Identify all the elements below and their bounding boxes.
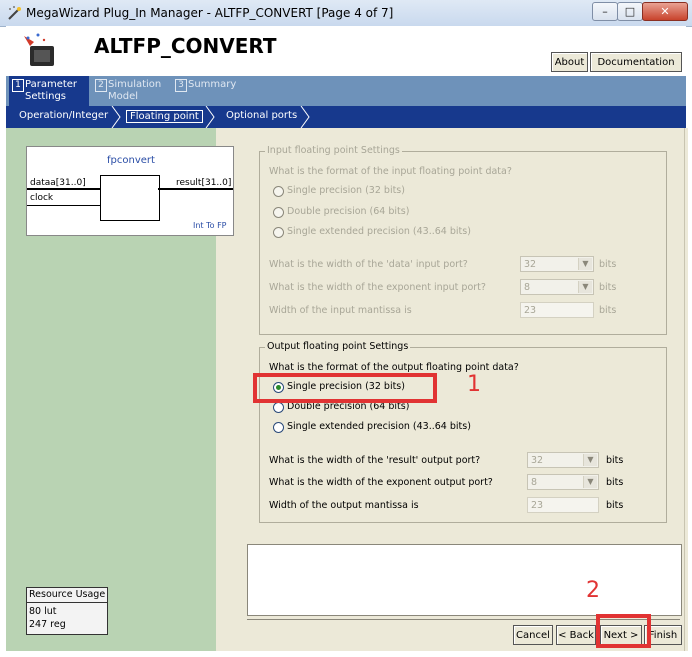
- combo-value: 8: [524, 282, 531, 293]
- tab-bar: 1 Parameter Settings 2 Simulation Model …: [6, 76, 686, 106]
- output-result-width-select[interactable]: 32 ▼: [527, 452, 599, 468]
- wizard-header: ALTFP_CONVERT About Documentation: [6, 26, 686, 76]
- annotation-number-2: 2: [586, 578, 600, 603]
- output-exp-width-question: What is the width of the exponent output…: [269, 477, 493, 488]
- minimize-button[interactable]: –: [592, 2, 618, 21]
- resource-lut: 80 lut: [29, 606, 57, 617]
- unit-label: bits: [599, 282, 617, 293]
- symbol-core: [100, 175, 160, 221]
- symbol-mode: Int To FP: [193, 221, 227, 230]
- output-exp-width-select[interactable]: 8 ▼: [527, 474, 599, 490]
- highlight-box-1: [253, 373, 437, 403]
- tab-number: 2: [95, 79, 107, 92]
- input-extended-radio[interactable]: [273, 227, 284, 238]
- chevron-down-icon: ▼: [583, 476, 597, 488]
- tab-label: Simulation Model: [108, 79, 162, 102]
- resource-usage-box: Resource Usage 80 lut 247 reg: [26, 587, 108, 635]
- port-clock: clock: [30, 193, 54, 203]
- symbol-name: fpconvert: [107, 155, 155, 166]
- input-mantissa-label: Width of the input mantissa is: [269, 305, 412, 316]
- output-group-title: Output floating point Settings: [265, 341, 411, 352]
- maximize-button[interactable]: □: [617, 2, 643, 21]
- output-mantissa-field: 23: [527, 497, 599, 513]
- cancel-button[interactable]: Cancel: [513, 625, 553, 645]
- unit-label: bits: [606, 455, 624, 466]
- combo-value: 8: [531, 477, 538, 488]
- unit-label: bits: [606, 500, 624, 511]
- resource-title: Resource Usage: [29, 589, 106, 600]
- input-extended-label: Single extended precision (43..64 bits): [287, 226, 471, 237]
- resource-reg: 247 reg: [29, 619, 66, 630]
- output-extended-radio[interactable]: [273, 422, 284, 433]
- input-double-radio[interactable]: [273, 207, 284, 218]
- port-dataa: dataa[31..0]: [30, 178, 86, 188]
- wire-result: [158, 188, 233, 190]
- chevron-right-icon: [300, 106, 310, 128]
- chevron-down-icon: ▼: [578, 258, 592, 270]
- port-result: result[31..0]: [176, 178, 232, 188]
- about-button[interactable]: About: [551, 52, 588, 72]
- subnav-optional-ports[interactable]: Optional ports: [226, 110, 297, 121]
- unit-label: bits: [606, 477, 624, 488]
- combo-value: 32: [524, 259, 537, 270]
- output-result-width-question: What is the width of the 'result' output…: [269, 455, 481, 466]
- tab-parameter-settings[interactable]: 1 Parameter Settings: [9, 76, 89, 106]
- input-group-title: Input floating point Settings: [265, 145, 402, 156]
- megawizard-logo-icon: [24, 33, 54, 66]
- block-symbol: fpconvert dataa[31..0] clock result[31..…: [26, 146, 234, 236]
- annotation-number-1: 1: [467, 372, 481, 397]
- tab-label: Parameter Settings: [25, 79, 78, 102]
- unit-label: bits: [599, 305, 617, 316]
- sub-navigation: Operation/Integer Floating point Optiona…: [6, 106, 686, 128]
- subnav-operation-integer[interactable]: Operation/Integer: [19, 110, 108, 121]
- input-single-radio[interactable]: [273, 186, 284, 197]
- close-button[interactable]: ✕: [642, 2, 688, 21]
- chevron-right-icon: [205, 106, 215, 128]
- tab-label: Summary: [188, 79, 237, 90]
- chevron-down-icon: ▼: [583, 454, 597, 466]
- output-double-radio[interactable]: [273, 402, 284, 413]
- message-area: [247, 544, 682, 616]
- output-extended-label: Single extended precision (43..64 bits): [287, 421, 471, 432]
- input-data-width-select[interactable]: 32 ▼: [520, 256, 594, 272]
- tab-simulation-model[interactable]: 2 Simulation Model: [92, 76, 170, 106]
- tab-summary[interactable]: 3 Summary: [172, 76, 252, 106]
- input-mantissa-field: 23: [520, 302, 594, 318]
- input-data-width-question: What is the width of the 'data' input po…: [269, 259, 468, 270]
- back-button[interactable]: < Back: [556, 625, 596, 645]
- wizard-wand-icon: [8, 6, 21, 20]
- window-title: MegaWizard Plug_In Manager - ALTFP_CONVE…: [26, 6, 394, 20]
- wire-clock: [27, 205, 100, 206]
- tab-number: 3: [175, 79, 187, 92]
- chevron-down-icon: ▼: [578, 281, 592, 293]
- tab-number: 1: [12, 79, 24, 92]
- input-format-question: What is the format of the input floating…: [269, 166, 512, 177]
- output-mantissa-label: Width of the output mantissa is: [269, 500, 419, 511]
- page-title: ALTFP_CONVERT: [94, 34, 277, 58]
- scrollbar[interactable]: [684, 128, 688, 651]
- highlight-box-2: [596, 614, 651, 648]
- documentation-button[interactable]: Documentation: [590, 52, 682, 72]
- input-exp-width-question: What is the width of the exponent input …: [269, 282, 486, 293]
- subnav-floating-point[interactable]: Floating point: [126, 110, 203, 123]
- chevron-right-icon: [111, 106, 121, 128]
- wire-dataa: [27, 188, 100, 190]
- input-exp-width-select[interactable]: 8 ▼: [520, 279, 594, 295]
- combo-value: 32: [531, 455, 544, 466]
- resource-divider: [27, 602, 107, 603]
- input-double-label: Double precision (64 bits): [287, 206, 410, 217]
- output-format-question: What is the format of the output floatin…: [269, 362, 519, 373]
- title-bar: MegaWizard Plug_In Manager - ALTFP_CONVE…: [0, 0, 692, 27]
- input-single-label: Single precision (32 bits): [287, 185, 405, 196]
- unit-label: bits: [599, 259, 617, 270]
